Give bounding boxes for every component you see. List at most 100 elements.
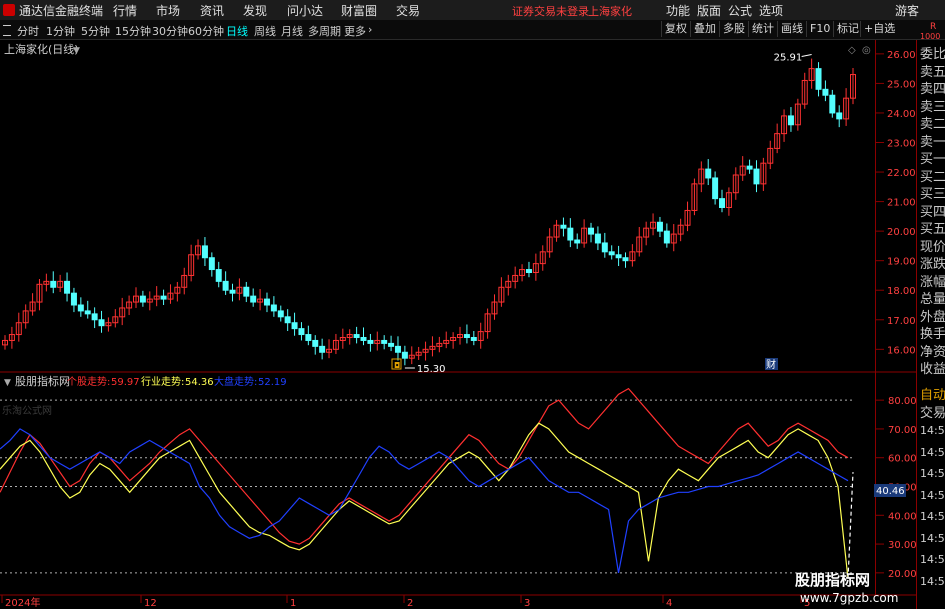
- quote-label: 换手: [920, 327, 945, 342]
- toolbar: 分时 1分钟 5分钟 15分钟 30分钟 60分钟 日线 周线 月线 多周期 更…: [0, 20, 945, 40]
- candle-body: [394, 345, 401, 353]
- candle: [636, 227, 643, 257]
- candle-body: [836, 112, 843, 120]
- candle: [436, 336, 443, 353]
- candle-body: [815, 68, 822, 90]
- tab-1min[interactable]: 1分钟: [46, 23, 75, 39]
- tab-5min[interactable]: 5分钟: [81, 23, 110, 39]
- menu-item-wenxiaoda[interactable]: 问小达: [287, 2, 323, 19]
- adjust-button[interactable]: 复权: [661, 21, 690, 37]
- menu-item-layout[interactable]: 版面: [697, 2, 721, 19]
- candle: [519, 264, 526, 282]
- tab-60min[interactable]: 60分钟: [188, 23, 224, 39]
- tab-30min[interactable]: 30分钟: [152, 23, 188, 39]
- candle-body: [567, 227, 574, 241]
- trade-time: 14:56: [920, 467, 945, 480]
- chart-area[interactable]: 16.00 17.00 18.00 19.00 20.00 21.00 22.00 23.00…: [0, 40, 916, 609]
- mark-button[interactable]: 标记: [833, 21, 862, 37]
- candle: [532, 253, 539, 281]
- menu-item-function[interactable]: 功能: [666, 2, 690, 19]
- tab-multi-period[interactable]: 多周期: [308, 23, 341, 39]
- candle: [629, 244, 636, 267]
- candle-body: [829, 94, 836, 114]
- site-watermark-url: www.7gpzb.com: [800, 591, 898, 605]
- price-tick-label: 20.00: [887, 227, 916, 238]
- circle-settings-icon[interactable]: ◎: [862, 45, 871, 56]
- trade-time: 14:56: [920, 553, 945, 566]
- menu-item-market[interactable]: 市场: [156, 2, 180, 19]
- candle: [250, 288, 257, 307]
- tab-intraday[interactable]: 分时: [17, 23, 39, 39]
- guest-login[interactable]: 游客: [895, 2, 919, 19]
- quote-label: 买四: [920, 204, 945, 220]
- quote-label: 卖三: [920, 99, 945, 115]
- tab-15min[interactable]: 15分钟: [115, 23, 151, 39]
- candle-body: [705, 168, 712, 179]
- tab-daily[interactable]: 日线: [226, 23, 248, 39]
- candle-body: [319, 345, 326, 353]
- diamond-icon[interactable]: ◇: [848, 45, 856, 56]
- quote-label: 卖二: [920, 117, 945, 132]
- candle: [360, 327, 367, 346]
- candle-body: [594, 233, 601, 244]
- candle: [112, 309, 119, 328]
- candle: [408, 346, 415, 365]
- menu-item-trade[interactable]: 交易: [396, 2, 420, 19]
- candle-body: [525, 269, 532, 274]
- candle-body: [215, 269, 222, 282]
- candle: [560, 217, 567, 237]
- add-watchlist-button[interactable]: +自选: [860, 21, 898, 37]
- candle: [195, 239, 202, 260]
- draw-line-button[interactable]: 画线: [777, 21, 806, 37]
- menu-item-quotes[interactable]: 行情: [113, 2, 137, 19]
- candle: [719, 189, 726, 213]
- indicator-tick-label: 30.00: [888, 540, 916, 551]
- quote-label: 涨跌: [920, 257, 945, 272]
- menu-item-discover[interactable]: 发现: [243, 2, 267, 19]
- candle: [753, 160, 760, 193]
- price-tick-label: 19.00: [887, 257, 916, 268]
- tab-monthly[interactable]: 月线: [281, 23, 303, 39]
- tab-weekly[interactable]: 周线: [254, 23, 276, 39]
- candle: [781, 109, 788, 142]
- f10-button[interactable]: F10: [806, 21, 833, 37]
- candle-body: [263, 298, 270, 306]
- candle-body: [160, 295, 167, 300]
- candle-body: [470, 337, 477, 341]
- candle-body: [77, 304, 84, 312]
- indicator-dropdown-icon[interactable]: ▼: [4, 378, 11, 388]
- menu-item-options[interactable]: 选项: [759, 2, 783, 19]
- candle-body: [222, 280, 229, 291]
- candle: [450, 332, 457, 349]
- menu-item-news[interactable]: 资讯: [200, 2, 224, 19]
- candle: [415, 346, 422, 360]
- candle: [663, 223, 670, 248]
- chart-title: 上海家化(日线): [4, 42, 79, 56]
- statistics-button[interactable]: 统计: [748, 21, 777, 37]
- candle: [836, 105, 843, 128]
- candle-body: [208, 257, 215, 271]
- event-marker-glyph: ◘: [394, 361, 400, 370]
- chevron-right-icon[interactable]: ›: [368, 23, 372, 36]
- candle: [546, 228, 553, 258]
- dropdown-icon[interactable]: ▼: [73, 46, 80, 56]
- price-tick-label: 23.00: [887, 139, 916, 150]
- candle: [160, 289, 167, 305]
- multi-stock-button[interactable]: 多股: [719, 21, 748, 37]
- x-tick-label: 2: [407, 598, 413, 609]
- tab-more[interactable]: 更多: [344, 23, 366, 39]
- overlay-button[interactable]: 叠加: [690, 21, 719, 37]
- candle: [126, 295, 133, 316]
- menu-item-formula[interactable]: 公式: [728, 2, 752, 19]
- indicator-name[interactable]: 股朋指标网: [15, 374, 70, 388]
- x-tick-label: 1: [290, 598, 296, 609]
- candle: [22, 304, 29, 329]
- candle: [650, 213, 657, 236]
- finance-marker-label: 财: [766, 358, 776, 371]
- candle-body: [353, 334, 360, 338]
- price-tick-label: 17.00: [887, 316, 916, 327]
- trade-time: 14:56: [920, 424, 945, 437]
- trade-status[interactable]: 证券交易未登录: [512, 3, 589, 19]
- menu-toggle-icon[interactable]: [3, 25, 11, 36]
- menu-item-wealth-circle[interactable]: 财富圈: [341, 2, 377, 19]
